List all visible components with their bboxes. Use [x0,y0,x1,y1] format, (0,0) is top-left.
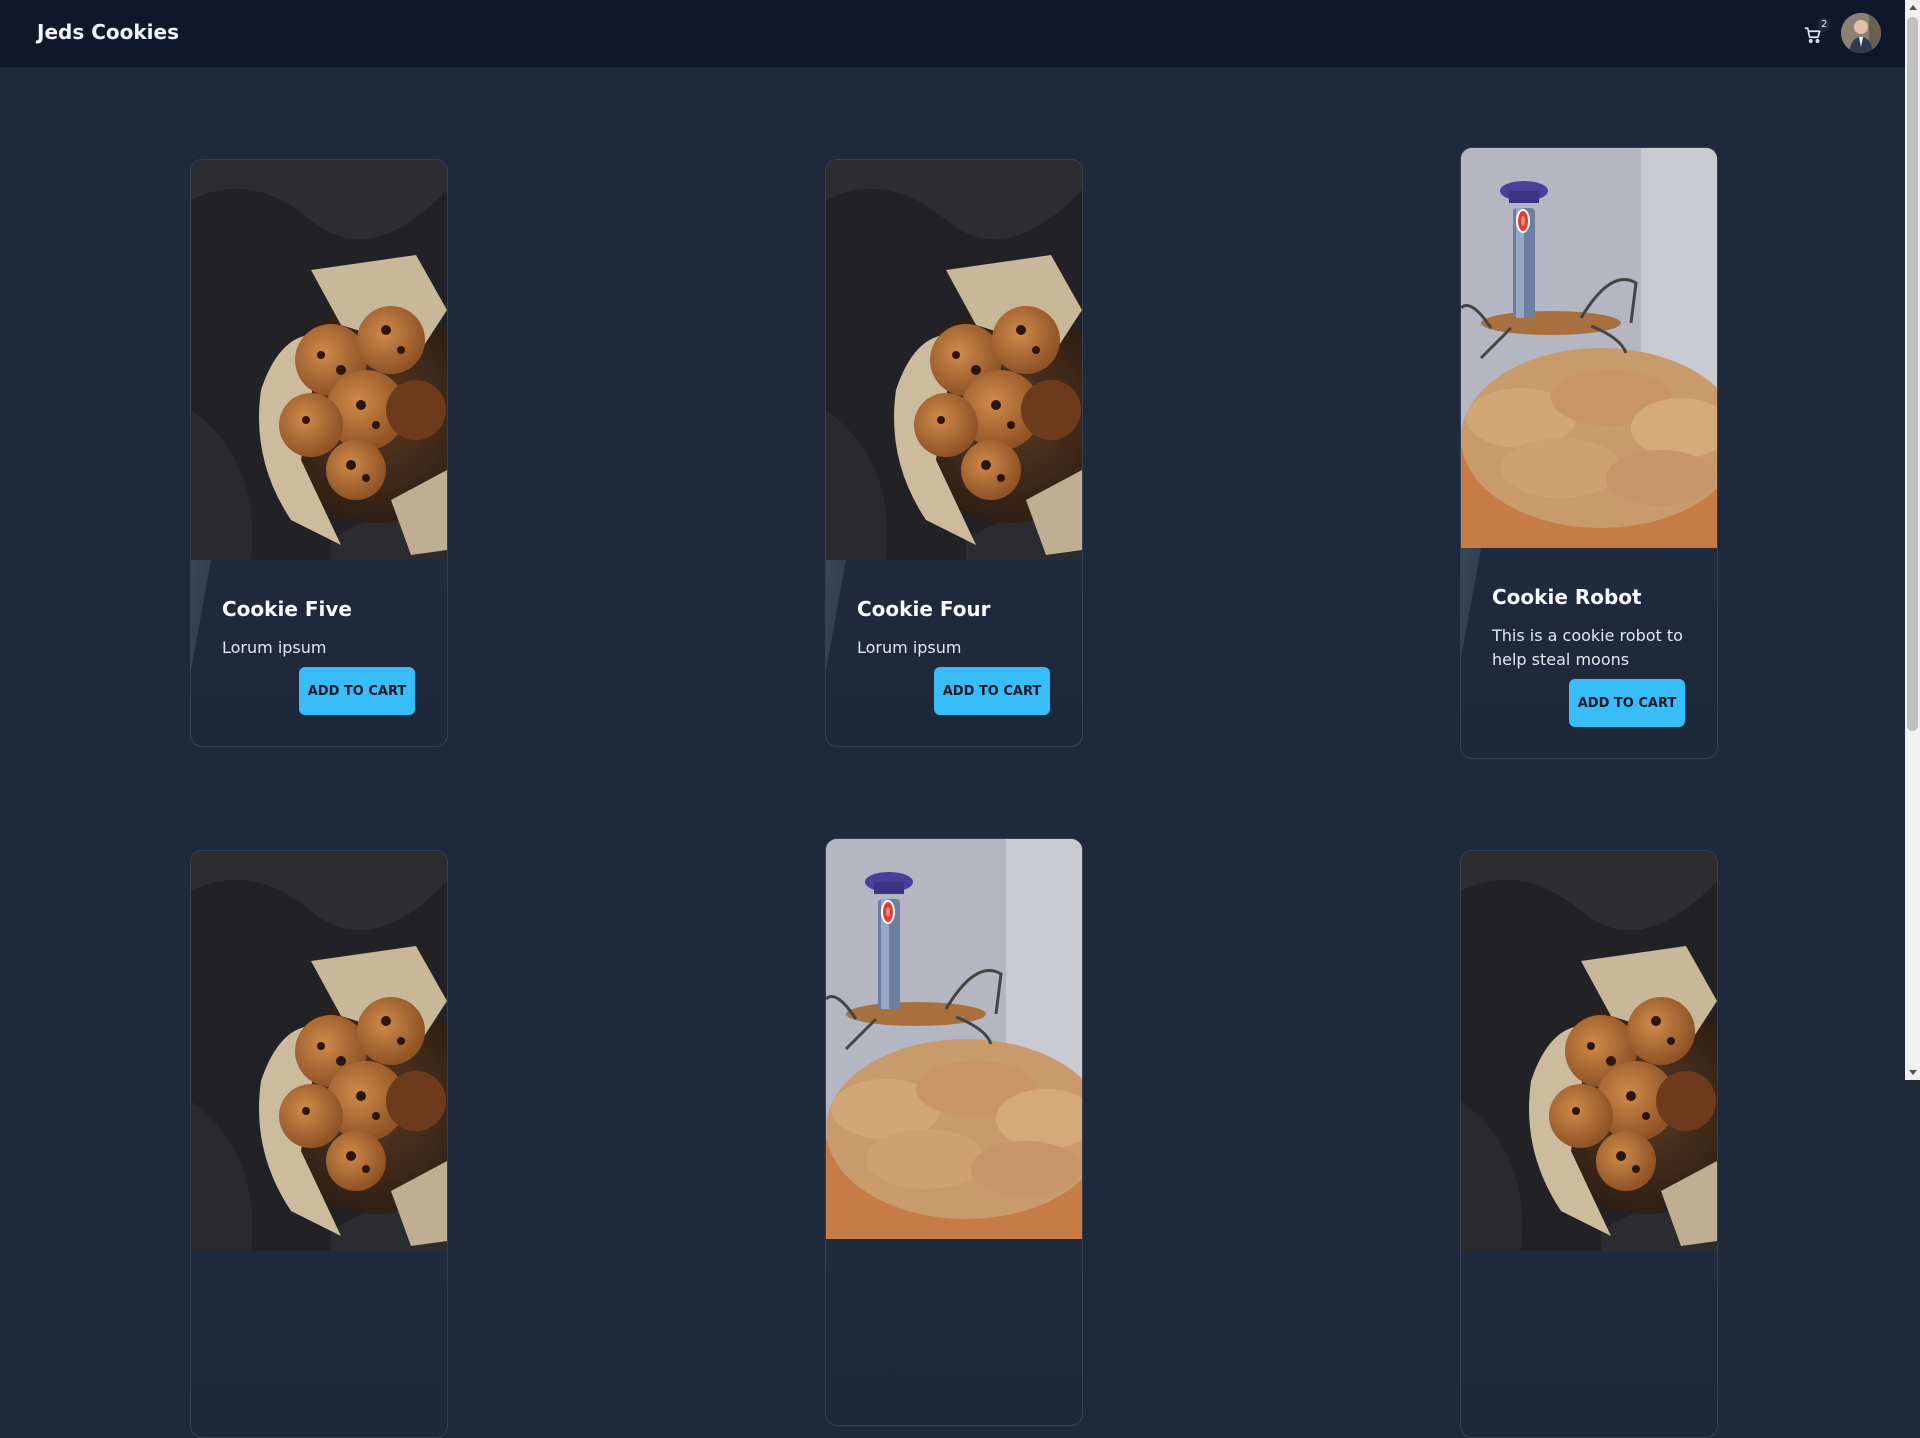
product-card [1460,850,1718,1438]
product-card: Cookie Robot This is a cookie robot to h… [1460,147,1718,759]
page-scrollbar[interactable] [1905,0,1920,1080]
product-description: This is a cookie robot to help steal moo… [1492,626,1683,669]
product-image[interactable] [191,160,447,560]
add-to-cart-button[interactable]: ADD TO CART [1569,679,1685,727]
user-avatar[interactable] [1841,13,1881,53]
product-image[interactable] [1461,148,1717,548]
add-to-cart-button[interactable]: ADD TO CART [934,667,1050,715]
scrollbar-thumb[interactable] [1907,17,1918,731]
add-to-cart-button[interactable]: ADD TO CART [299,667,415,715]
product-card [825,838,1083,1426]
cart-button[interactable]: 2 [1800,18,1831,48]
product-card: Cookie Five Lorum ipsum ADD TO CART [190,159,448,747]
product-description: Lorum ipsum [222,638,327,657]
scroll-down-arrow-icon[interactable] [1909,1070,1917,1075]
product-card: Cookie Four Lorum ipsum ADD TO CART [825,159,1083,747]
product-title: Cookie Four [857,597,991,621]
product-image[interactable] [826,160,1082,560]
cart-count-badge: 2 [1818,18,1831,32]
product-description: Lorum ipsum [857,638,962,657]
scroll-up-arrow-icon[interactable] [1909,5,1917,10]
product-image[interactable] [191,851,447,1251]
product-image[interactable] [1461,851,1717,1251]
product-title: Cookie Five [222,597,352,621]
top-navbar: Jeds Cookies 2 [0,0,1905,67]
product-card [190,850,448,1438]
brand-logo[interactable]: Jeds Cookies [37,20,179,44]
product-title: Cookie Robot [1492,585,1642,609]
product-image[interactable] [826,839,1082,1239]
